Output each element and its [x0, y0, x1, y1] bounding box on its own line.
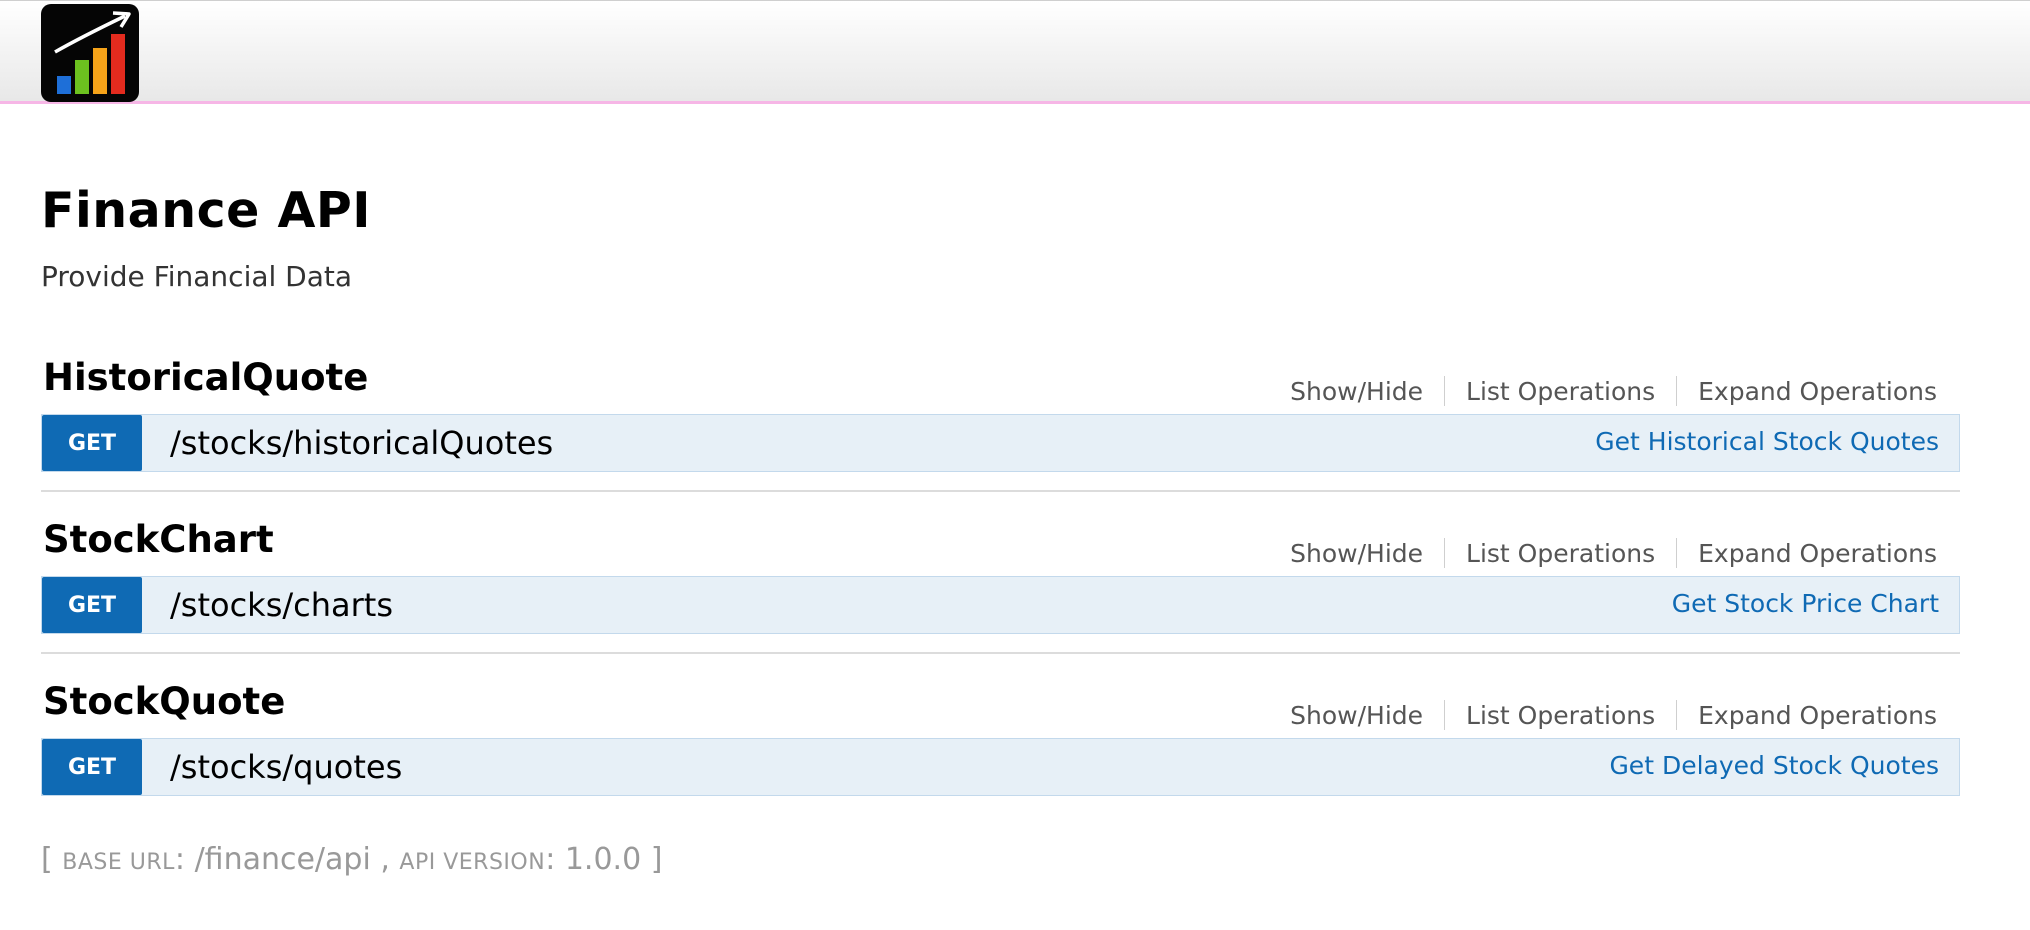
operation-row[interactable]: GET /stocks/charts Get Stock Price Chart [41, 576, 1960, 634]
base-url-value: /finance/api [194, 842, 371, 877]
operation-summary[interactable]: Get Delayed Stock Quotes [1609, 751, 1939, 780]
api-version-value: 1.0.0 [564, 842, 642, 877]
footer-colon: : [545, 842, 565, 877]
resource-links: Show/Hide List Operations Expand Operati… [1269, 700, 1937, 730]
expand-operations-link[interactable]: Expand Operations [1677, 377, 1937, 406]
api-description: Provide Financial Data [41, 260, 353, 293]
operation-row[interactable]: GET /stocks/quotes Get Delayed Stock Quo… [41, 738, 1960, 796]
resource-heading: StockChart Show/Hide List Operations Exp… [41, 516, 1960, 576]
resource-name[interactable]: StockQuote [43, 680, 285, 723]
resource-stockchart: StockChart Show/Hide List Operations Exp… [41, 516, 1960, 634]
operation-path[interactable]: /stocks/quotes [170, 748, 402, 786]
base-url-label: BASE URL [62, 850, 175, 875]
resource-historicalquote: HistoricalQuote Show/Hide List Operation… [41, 354, 1960, 472]
list-operations-link[interactable]: List Operations [1445, 701, 1676, 730]
list-operations-link[interactable]: List Operations [1445, 539, 1676, 568]
resource-links: Show/Hide List Operations Expand Operati… [1269, 538, 1937, 568]
finance-chart-logo-icon[interactable] [41, 4, 139, 102]
resource-stockquote: StockQuote Show/Hide List Operations Exp… [41, 678, 1960, 796]
resource-name[interactable]: HistoricalQuote [43, 356, 368, 399]
expand-operations-link[interactable]: Expand Operations [1677, 539, 1937, 568]
footer-comma: , [370, 842, 400, 877]
show-hide-link[interactable]: Show/Hide [1269, 377, 1444, 406]
resource-heading: StockQuote Show/Hide List Operations Exp… [41, 678, 1960, 738]
show-hide-link[interactable]: Show/Hide [1269, 701, 1444, 730]
http-method-badge[interactable]: GET [42, 415, 142, 471]
footer-close-bracket: ] [641, 842, 663, 877]
http-method-badge[interactable]: GET [42, 739, 142, 795]
section-divider [41, 652, 1960, 654]
list-operations-link[interactable]: List Operations [1445, 377, 1676, 406]
section-divider [41, 490, 1960, 492]
show-hide-link[interactable]: Show/Hide [1269, 539, 1444, 568]
expand-operations-link[interactable]: Expand Operations [1677, 701, 1937, 730]
operation-path[interactable]: /stocks/historicalQuotes [170, 424, 553, 462]
top-bar [0, 0, 2030, 104]
http-method-badge[interactable]: GET [42, 577, 142, 633]
operation-row[interactable]: GET /stocks/historicalQuotes Get Histori… [41, 414, 1960, 472]
resource-links: Show/Hide List Operations Expand Operati… [1269, 376, 1937, 406]
operation-path[interactable]: /stocks/charts [170, 586, 393, 624]
operation-summary[interactable]: Get Historical Stock Quotes [1595, 427, 1939, 456]
footer-colon: : [174, 842, 195, 877]
api-title: Finance API [41, 182, 372, 239]
footer-open-bracket: [ [41, 842, 63, 877]
api-info-footer: [ BASE URL: /finance/api , API VERSION: … [41, 842, 662, 877]
api-version-label: API VERSION [399, 850, 546, 875]
resource-name[interactable]: StockChart [43, 518, 274, 561]
operation-summary[interactable]: Get Stock Price Chart [1672, 589, 1939, 618]
resource-heading: HistoricalQuote Show/Hide List Operation… [41, 354, 1960, 414]
